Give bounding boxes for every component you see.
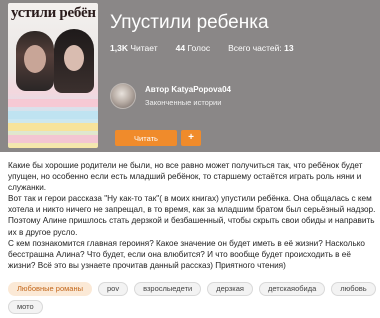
cover-stripe bbox=[8, 123, 98, 131]
tag-list: Любовные романы pov взрослыедети дерзкая… bbox=[8, 282, 380, 314]
book-description: Какие бы хорошие родители не были, но вс… bbox=[8, 160, 376, 271]
tag[interactable]: дерзкая bbox=[207, 282, 253, 296]
cover-title-text: устили ребён bbox=[11, 5, 96, 21]
tag[interactable]: детскаяобида bbox=[259, 282, 326, 296]
stat-parts: Всего частей: 13 bbox=[228, 43, 294, 53]
tag[interactable]: pov bbox=[98, 282, 129, 296]
author-avatar[interactable] bbox=[110, 83, 136, 109]
add-to-library-button[interactable]: + bbox=[181, 130, 201, 146]
book-header: устили ребён Упустили ребенка 1,3K Читае… bbox=[0, 0, 380, 152]
author-status: Законченные истории bbox=[145, 98, 222, 107]
description-paragraph: Вот так и герои рассказа "Ну как-то так"… bbox=[8, 194, 376, 237]
author-block[interactable]: Автор KatyaPopova04 Законченные истории bbox=[110, 83, 231, 109]
description-paragraph: Какие бы хорошие родители не были, но вс… bbox=[8, 161, 363, 193]
tag[interactable]: мото bbox=[8, 300, 43, 314]
read-button[interactable]: Читать bbox=[115, 130, 177, 146]
book-actions: Читать + bbox=[115, 130, 201, 146]
cover-stripe bbox=[8, 135, 98, 143]
tag[interactable]: взрослыедети bbox=[134, 282, 202, 296]
cover-figure-girl bbox=[54, 29, 94, 93]
description-paragraph: С кем познакомится главная героиня? Како… bbox=[8, 238, 365, 270]
book-stats: 1,3K Читает 44 Голос Всего частей: 13 bbox=[110, 43, 294, 53]
stat-votes: 44 Голос bbox=[175, 43, 211, 53]
tag-genre[interactable]: Любовные романы bbox=[8, 282, 92, 296]
book-cover-image[interactable]: устили ребён bbox=[8, 3, 98, 148]
tag[interactable]: любовь bbox=[331, 282, 376, 296]
author-name[interactable]: Автор KatyaPopova04 bbox=[145, 85, 231, 94]
stat-readers: 1,3K Читает bbox=[110, 43, 158, 53]
cover-figure-boy bbox=[16, 31, 54, 91]
cover-stripe bbox=[8, 111, 98, 119]
book-title: Упустили ребенка bbox=[110, 12, 269, 33]
cover-stripe bbox=[8, 99, 98, 107]
